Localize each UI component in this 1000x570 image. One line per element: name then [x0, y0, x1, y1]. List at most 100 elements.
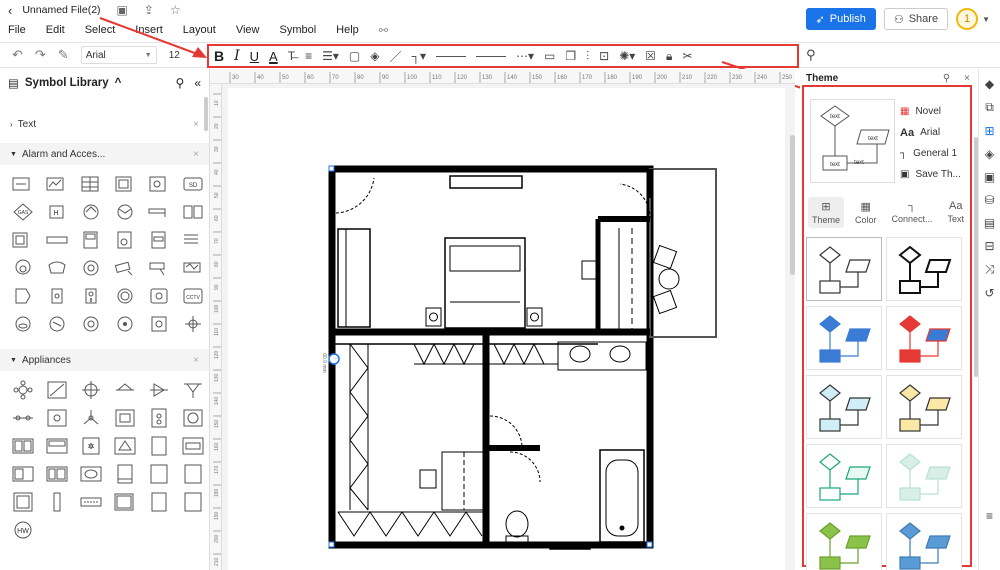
redo-icon[interactable]: ↷ [35, 47, 46, 63]
connector-icon[interactable]: ┐▾ [411, 49, 426, 63]
share-button[interactable]: ⚇ Share [883, 8, 949, 30]
theme-option-save[interactable]: ▣ Save Th... [900, 164, 970, 185]
star-icon[interactable]: ☆ [170, 3, 181, 17]
theme-card[interactable] [886, 306, 962, 370]
symbol-item[interactable] [180, 201, 206, 223]
symbol-item[interactable] [78, 313, 104, 335]
data-icon[interactable]: ⛁ [984, 193, 994, 207]
format-painter-icon[interactable]: ✎ [58, 47, 69, 63]
close-icon[interactable]: × [193, 119, 199, 130]
symbol-item[interactable] [10, 173, 36, 195]
floor-plan[interactable]: ↔ 60.0 mm [228, 88, 785, 570]
symbol-item[interactable] [10, 435, 36, 457]
layers-icon[interactable]: ◈ [985, 147, 994, 161]
symbol-item[interactable] [146, 229, 172, 251]
menu-help[interactable]: Help [336, 24, 359, 36]
symbol-item[interactable]: ✲ [78, 435, 104, 457]
symbol-cctv[interactable]: CCTV [180, 285, 206, 307]
symbol-item[interactable] [180, 435, 206, 457]
effect-icon[interactable]: ✺▾ [619, 49, 635, 63]
symbol-item[interactable] [180, 257, 206, 279]
theme-card[interactable] [806, 237, 882, 301]
symbol-item[interactable] [10, 257, 36, 279]
symbol-item[interactable] [112, 313, 138, 335]
close-icon[interactable]: × [193, 149, 199, 160]
distribute-icon[interactable]: ⫶ [586, 49, 589, 64]
symbol-item[interactable] [44, 491, 70, 513]
tools-icon[interactable]: ✂ [682, 49, 692, 63]
search-icon[interactable]: ⚲ [176, 76, 185, 90]
present-icon[interactable]: ▣ [984, 170, 995, 184]
symbol-item[interactable] [146, 435, 172, 457]
symbol-gas[interactable]: GAS [10, 201, 36, 223]
fill-icon[interactable]: ◈ [370, 49, 379, 63]
tab-theme[interactable]: ⊞ Theme [808, 197, 845, 228]
tab-connector[interactable]: ┐ Connect... [887, 197, 936, 228]
symbol-item[interactable] [10, 285, 36, 307]
symbol-item[interactable] [180, 407, 206, 429]
symbol-item[interactable] [10, 379, 36, 401]
symbol-item[interactable]: 8 [78, 285, 104, 307]
symbol-item[interactable] [146, 463, 172, 485]
line-style-select[interactable] [435, 55, 466, 57]
font-size-select[interactable]: 12 [169, 46, 191, 64]
settings-icon[interactable]: ≡ [986, 509, 993, 523]
theme-card[interactable] [806, 306, 882, 370]
theme-card[interactable] [886, 513, 962, 570]
symbol-item[interactable] [146, 379, 172, 401]
ai-icon[interactable]: ⚯ [379, 24, 388, 37]
symbol-item[interactable]: H [44, 201, 70, 223]
library-scrollbar[interactable] [204, 97, 208, 131]
theme-card[interactable] [886, 375, 962, 439]
theme-card[interactable] [886, 237, 962, 301]
section-alarm[interactable]: ▼ Alarm and Acces... × [0, 143, 209, 165]
symbol-sd[interactable]: SD [180, 173, 206, 195]
collapse-icon[interactable]: « [194, 76, 201, 90]
symbol-hw[interactable]: HW [10, 519, 36, 541]
edit-icon[interactable]: ☒ [645, 49, 656, 63]
save-icon[interactable]: ▣ [117, 3, 128, 17]
layer-icon[interactable]: ❐ [565, 49, 576, 63]
close-icon[interactable]: × [964, 73, 970, 84]
tab-color[interactable]: ▦ Color [851, 197, 881, 228]
publish-button[interactable]: ➶ Publish [805, 8, 876, 30]
symbol-item[interactable] [78, 463, 104, 485]
section-appliances[interactable]: ▼ Appliances × [0, 349, 209, 371]
symbol-item[interactable] [112, 407, 138, 429]
back-icon[interactable]: ‹ [8, 3, 12, 18]
export-icon[interactable]: ⇪ [144, 3, 154, 17]
symbol-item[interactable] [44, 257, 70, 279]
history-icon[interactable]: ↺ [984, 286, 994, 300]
symbol-item[interactable] [146, 257, 172, 279]
font-color-button[interactable]: A [269, 49, 278, 64]
group-icon[interactable]: ⊡ [599, 49, 609, 63]
symbol-item[interactable] [180, 491, 206, 513]
symbol-item[interactable] [180, 463, 206, 485]
symbol-item[interactable] [44, 463, 70, 485]
underline-button[interactable]: U [250, 49, 259, 64]
theme-preview[interactable]: text text text text [810, 99, 895, 183]
symbol-item[interactable] [146, 201, 172, 223]
align-icon[interactable]: ≡ [305, 49, 312, 63]
theme-card[interactable] [806, 444, 882, 508]
theme-option-novel[interactable]: ▦ Novel [900, 101, 970, 122]
tab-text[interactable]: Aa Text [943, 197, 968, 228]
symbol-item[interactable] [78, 491, 104, 513]
theme-card[interactable] [886, 444, 962, 508]
section-text[interactable]: › Text × [0, 113, 209, 135]
canvas-scrollbar[interactable] [790, 135, 795, 275]
symbol-item[interactable] [112, 285, 138, 307]
symbol-item[interactable] [180, 313, 206, 335]
menu-view[interactable]: View [236, 24, 260, 36]
menu-select[interactable]: Select [85, 24, 116, 36]
symbol-item[interactable] [44, 435, 70, 457]
lock-icon[interactable]: 🔒︎ [666, 49, 672, 64]
symbol-item[interactable] [146, 313, 172, 335]
symbol-item[interactable] [78, 379, 104, 401]
symbol-item[interactable] [10, 229, 36, 251]
theme-icon[interactable]: ⊞ [984, 124, 994, 138]
menu-file[interactable]: File [8, 24, 26, 36]
symbol-item[interactable] [112, 229, 138, 251]
spacing-icon[interactable]: ☰▾ [322, 49, 339, 63]
symbol-item[interactable] [10, 407, 36, 429]
